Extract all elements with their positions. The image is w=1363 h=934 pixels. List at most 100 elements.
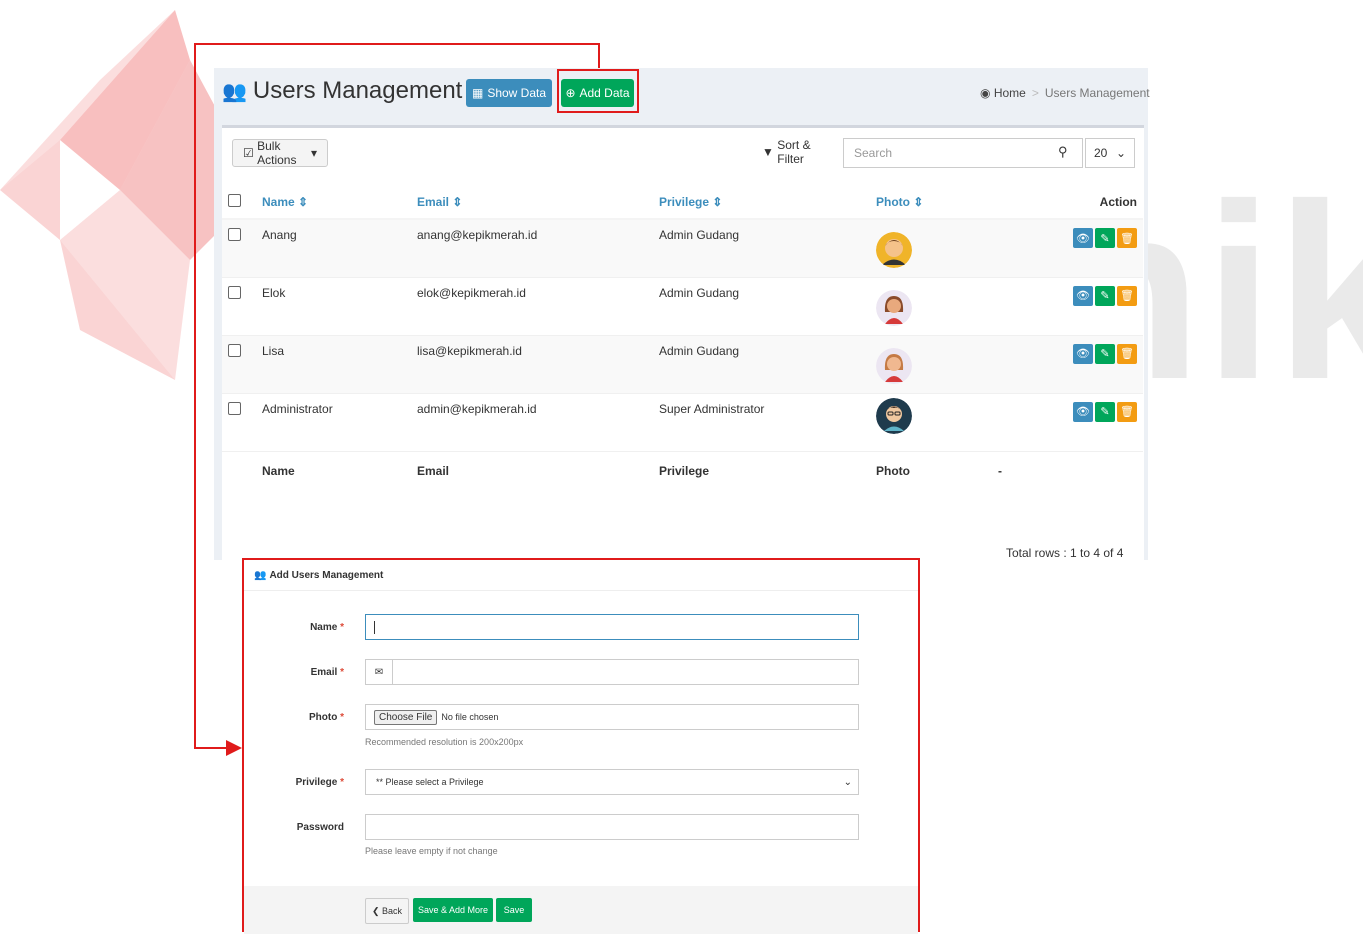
row-checkbox[interactable]: [228, 401, 241, 415]
table-row: Anang anang@kepikmerah.id Admin Gudang 👁…: [222, 218, 1143, 277]
edit-button[interactable]: ✎: [1095, 228, 1115, 248]
column-header-email[interactable]: Email ⇕: [411, 186, 653, 220]
email-input[interactable]: ✉: [365, 659, 859, 685]
avatar-female-icon: [876, 347, 912, 384]
name-label: Name *: [310, 622, 344, 633]
name-input[interactable]: [365, 614, 859, 640]
search-input[interactable]: Search: [843, 138, 1083, 168]
back-button[interactable]: ❮ Back: [365, 898, 409, 924]
cell-name: Lisa: [256, 334, 411, 393]
cell-privilege: Admin Gudang: [653, 276, 870, 335]
breadcrumb-separator: >: [1031, 86, 1039, 100]
cell-name: Elok: [256, 276, 411, 335]
privilege-label: Privilege *: [295, 777, 344, 788]
cell-email: elok@kepikmerah.id: [411, 276, 653, 335]
view-button[interactable]: 👁: [1073, 285, 1093, 306]
sort-filter-button[interactable]: ▼ Sort & Filter: [752, 138, 840, 166]
table-row: Administrator admin@kepikmerah.id Super …: [222, 392, 1143, 451]
password-input[interactable]: [365, 814, 859, 840]
choose-file-button[interactable]: Choose File: [374, 709, 438, 725]
add-user-form-panel: 👥 Add Users Management Name * Email * ✉ …: [242, 558, 920, 934]
delete-button[interactable]: 🗑: [1117, 285, 1137, 306]
footer-photo: Photo: [870, 450, 992, 493]
edit-button[interactable]: ✎: [1095, 285, 1115, 306]
row-checkbox[interactable]: [228, 285, 241, 299]
form-footer: [244, 886, 918, 934]
view-button[interactable]: 👁: [1073, 343, 1093, 364]
bulk-actions-label: Bulk Actions: [257, 139, 297, 167]
row-checkbox[interactable]: [228, 343, 241, 357]
search-icon[interactable]: ⚲: [1058, 144, 1068, 160]
edit-button[interactable]: ✎: [1095, 401, 1115, 422]
footer-name: Name: [256, 450, 411, 493]
save-button[interactable]: Save: [496, 898, 532, 922]
back-arrow-icon: ❮: [371, 905, 380, 916]
dashboard-icon: ◉: [980, 86, 991, 100]
connector-line: [598, 43, 600, 70]
save-add-more-button[interactable]: Save & Add More: [413, 898, 493, 922]
column-header-action: Action: [992, 186, 1143, 220]
page-header: 👥 Users Management: [222, 77, 462, 105]
delete-button[interactable]: 🗑: [1117, 343, 1137, 364]
footer-action: -: [992, 450, 1143, 493]
total-rows-text: Total rows : 1 to 4 of 4: [1006, 546, 1124, 560]
connector-line: [194, 747, 230, 749]
breadcrumb: ◉ Home > Users Management: [980, 86, 1150, 100]
envelope-icon: ✉: [366, 660, 393, 684]
view-button[interactable]: 👁: [1073, 228, 1093, 248]
filter-icon: ▼: [762, 145, 774, 159]
cell-privilege: Super Administrator: [653, 392, 870, 451]
photo-file-input[interactable]: Choose File No file chosen: [365, 704, 859, 730]
chevron-down-icon: ⌄: [843, 776, 852, 788]
page-title: Users Management: [252, 77, 463, 104]
footer-email: Email: [411, 450, 653, 493]
avatar-female-icon: [876, 289, 912, 326]
no-file-text: No file chosen: [441, 712, 499, 722]
row-checkbox[interactable]: [228, 228, 241, 241]
avatar-admin-icon: [876, 397, 912, 434]
view-button[interactable]: 👁: [1073, 401, 1093, 422]
delete-button[interactable]: 🗑: [1117, 228, 1137, 248]
show-data-label: Show Data: [487, 86, 547, 100]
check-square-icon: ☑: [243, 146, 254, 160]
add-data-highlight: [557, 69, 639, 113]
cell-privilege: Admin Gudang: [653, 218, 870, 277]
connector-line: [194, 43, 196, 749]
column-header-name[interactable]: Name ⇕: [256, 186, 411, 220]
breadcrumb-home[interactable]: Home: [994, 86, 1026, 100]
breadcrumb-current: Users Management: [1044, 86, 1150, 100]
form-header: 👥 Add Users Management: [244, 560, 918, 591]
photo-help-text: Recommended resolution is 200x200px: [365, 737, 524, 747]
edit-button[interactable]: ✎: [1095, 343, 1115, 364]
photo-label: Photo *: [308, 712, 344, 723]
select-all-checkbox[interactable]: [228, 194, 241, 207]
caret-down-icon: ▾: [310, 146, 317, 160]
users-table: Name ⇕ Email ⇕ Privilege ⇕ Photo ⇕ Actio…: [222, 186, 1143, 493]
form-title: Add Users Management: [269, 569, 384, 581]
users-icon: 👥: [254, 569, 267, 581]
page-size-select[interactable]: 20 ⌄: [1085, 138, 1135, 168]
email-label: Email *: [310, 667, 344, 678]
search-placeholder: Search: [854, 146, 893, 160]
show-data-button[interactable]: ▦ Show Data: [466, 79, 552, 107]
table-row: Lisa lisa@kepikmerah.id Admin Gudang 👁 ✎ 🗑: [222, 334, 1143, 393]
privilege-select[interactable]: ** Please select a Privilege ⌄: [365, 769, 859, 795]
bulk-actions-button[interactable]: ☑ Bulk Actions ▾: [232, 139, 328, 167]
page-size-value: 20: [1094, 146, 1108, 160]
password-help-text: Please leave empty if not change: [365, 846, 498, 856]
avatar-male-icon: [876, 232, 912, 268]
connector-arrow-icon: [226, 740, 242, 756]
cell-name: Anang: [256, 218, 411, 277]
cell-email: anang@kepikmerah.id: [411, 218, 653, 277]
privilege-placeholder: ** Please select a Privilege: [376, 777, 484, 787]
table-header-row: Name ⇕ Email ⇕ Privilege ⇕ Photo ⇕ Actio…: [222, 186, 1143, 220]
column-header-photo[interactable]: Photo ⇕: [870, 186, 992, 220]
cell-name: Administrator: [256, 392, 411, 451]
password-label: Password: [296, 822, 344, 833]
sort-filter-label: Sort & Filter: [777, 138, 811, 166]
column-header-privilege[interactable]: Privilege ⇕: [653, 186, 870, 220]
table-row: Elok elok@kepikmerah.id Admin Gudang 👁 ✎ 🗑: [222, 276, 1143, 335]
cell-email: lisa@kepikmerah.id: [411, 334, 653, 393]
table-footer-row: Name Email Privilege Photo -: [222, 450, 1143, 493]
delete-button[interactable]: 🗑: [1117, 401, 1137, 422]
